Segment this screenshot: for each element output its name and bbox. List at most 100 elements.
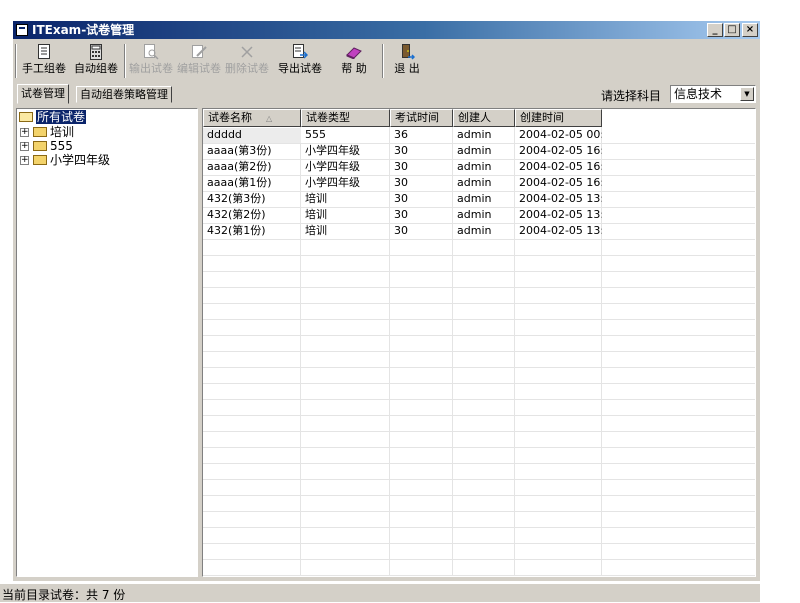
close-button[interactable]: × <box>742 23 758 37</box>
table-row <box>203 432 755 448</box>
book-icon <box>331 42 377 62</box>
table-row[interactable]: aaaa(第2份) 小学四年级 30 admin 2004-02-05 16:... <box>203 160 755 176</box>
table-row <box>203 384 755 400</box>
exit-label: 退 出 <box>394 62 420 75</box>
help-button[interactable]: 帮 助 <box>331 42 377 76</box>
table-row[interactable]: 432(第1份) 培训 30 admin 2004-02-05 13:... <box>203 224 755 240</box>
chevron-down-icon[interactable]: ▼ <box>740 87 754 101</box>
title-bar[interactable]: ITExam-试卷管理 _ □ × <box>13 21 760 39</box>
column-header-duration[interactable]: 考试时间 <box>390 109 453 127</box>
auto-compose-button[interactable]: 自动组卷 <box>71 42 121 76</box>
table-row[interactable]: aaaa(第3份) 小学四年级 30 admin 2004-02-05 16:... <box>203 144 755 160</box>
table-row <box>203 528 755 544</box>
tab-strip: 试卷管理 自动组卷策略管理 请选择科目 信息技术 ▼ <box>13 84 760 104</box>
table-cell: 30 <box>394 208 408 221</box>
door-exit-icon <box>387 42 427 62</box>
tree-item[interactable]: + 555 <box>17 139 187 153</box>
table-cell: admin <box>457 144 492 157</box>
column-header-label: 试卷名称 <box>208 111 252 124</box>
table-cell: 2004-02-05 13:... <box>519 208 602 221</box>
maximize-button[interactable]: □ <box>724 23 740 37</box>
print-preview-icon <box>127 42 175 62</box>
column-header-name[interactable]: 试卷名称 △ <box>203 109 301 127</box>
table-cell: ddddd <box>203 128 301 143</box>
table-cell: 小学四年级 <box>305 144 360 157</box>
export-paper-button[interactable]: 输出试卷 <box>127 42 175 76</box>
table-row <box>203 352 755 368</box>
table-cell: 培训 <box>305 192 327 205</box>
help-label: 帮 助 <box>341 62 367 75</box>
expand-plus-icon[interactable]: + <box>20 142 29 151</box>
tree-root[interactable]: 所有试卷 <box>19 110 87 124</box>
column-header-creator[interactable]: 创建人 <box>453 109 515 127</box>
status-text: 当前目录试卷：共 7 份 <box>2 588 126 602</box>
table-cell: 2004-02-05 16:... <box>519 160 602 173</box>
table-cell: 2004-02-05 13:... <box>519 192 602 205</box>
table-cell: 培训 <box>305 208 327 221</box>
exit-button[interactable]: 退 出 <box>387 42 427 76</box>
status-bar: 当前目录试卷：共 7 份 <box>0 584 760 602</box>
column-header-type[interactable]: 试卷类型 <box>301 109 390 127</box>
column-header-created[interactable]: 创建时间 <box>515 109 602 127</box>
edit-paper-button[interactable]: 编辑试卷 <box>176 42 222 76</box>
table-cell: 小学四年级 <box>305 176 360 189</box>
table-row[interactable]: 432(第2份) 培训 30 admin 2004-02-05 13:... <box>203 208 755 224</box>
delete-paper-button[interactable]: 删除试卷 <box>223 42 271 76</box>
auto-compose-label: 自动组卷 <box>74 62 118 75</box>
folder-open-icon <box>19 112 33 122</box>
manual-compose-label: 手工组卷 <box>22 62 66 75</box>
table-row <box>203 320 755 336</box>
subject-select[interactable]: 信息技术 ▼ <box>670 85 756 103</box>
table-row <box>203 560 755 576</box>
table-row <box>203 288 755 304</box>
table-cell: 2004-02-05 16:... <box>519 176 602 189</box>
app-icon <box>16 24 28 36</box>
paper-table: 试卷名称 △ 试卷类型 考试时间 创建人 创建时间 ddddd 555 36 admin… <box>202 108 756 577</box>
table-row <box>203 480 755 496</box>
toolbar-grip <box>15 44 17 78</box>
table-row[interactable]: aaaa(第1份) 小学四年级 30 admin 2004-02-05 16:... <box>203 176 755 192</box>
table-row <box>203 400 755 416</box>
table-row[interactable]: ddddd 555 36 admin 2004-02-05 00:... <box>203 128 755 144</box>
table-cell: aaaa(第3份) <box>207 144 272 157</box>
tab-paper-management[interactable]: 试卷管理 <box>17 84 69 104</box>
table-row <box>203 256 755 272</box>
table-cell: 30 <box>394 176 408 189</box>
table-cell: 2004-02-05 00:... <box>519 128 602 141</box>
table-row <box>203 368 755 384</box>
tree-item[interactable]: + 小学四年级 <box>17 153 187 167</box>
manual-compose-button[interactable]: 手工组卷 <box>21 42 67 76</box>
import-paper-label: 导出试卷 <box>278 62 322 75</box>
toolbar-separator <box>124 44 126 78</box>
table-cell: 小学四年级 <box>305 160 360 173</box>
table-cell: 培训 <box>305 224 327 237</box>
tree-item[interactable]: + 培训 <box>17 125 187 139</box>
import-paper-button[interactable]: 导出试卷 <box>275 42 325 76</box>
expand-plus-icon[interactable]: + <box>20 128 29 137</box>
delete-icon <box>223 42 271 62</box>
table-row <box>203 272 755 288</box>
table-cell: 2004-02-05 13:... <box>519 224 602 237</box>
table-cell: admin <box>457 208 492 221</box>
minimize-button[interactable]: _ <box>707 23 723 37</box>
calculator-icon <box>71 42 121 62</box>
table-row <box>203 336 755 352</box>
document-icon <box>21 42 67 62</box>
import-icon <box>275 42 325 62</box>
table-cell: admin <box>457 192 492 205</box>
table-row[interactable]: 432(第3份) 培训 30 admin 2004-02-05 13:... <box>203 192 755 208</box>
table-cell: admin <box>457 224 492 237</box>
table-row <box>203 464 755 480</box>
tab-auto-strategy[interactable]: 自动组卷策略管理 <box>76 86 172 103</box>
edit-paper-label: 编辑试卷 <box>177 62 221 75</box>
expand-plus-icon[interactable]: + <box>20 156 29 165</box>
table-cell: 30 <box>394 144 408 157</box>
table-cell: admin <box>457 128 492 141</box>
table-row <box>203 448 755 464</box>
table-cell: admin <box>457 160 492 173</box>
window-title: ITExam-试卷管理 <box>32 23 135 37</box>
toolbar: 手工组卷 自动组卷 输出试卷 编辑试卷 删除试卷 导出试卷 帮 助 退 出 <box>13 40 760 82</box>
table-cell: 36 <box>394 128 408 141</box>
tree-item-label: 小学四年级 <box>50 153 111 167</box>
table-cell: 432(第2份) <box>207 208 266 221</box>
